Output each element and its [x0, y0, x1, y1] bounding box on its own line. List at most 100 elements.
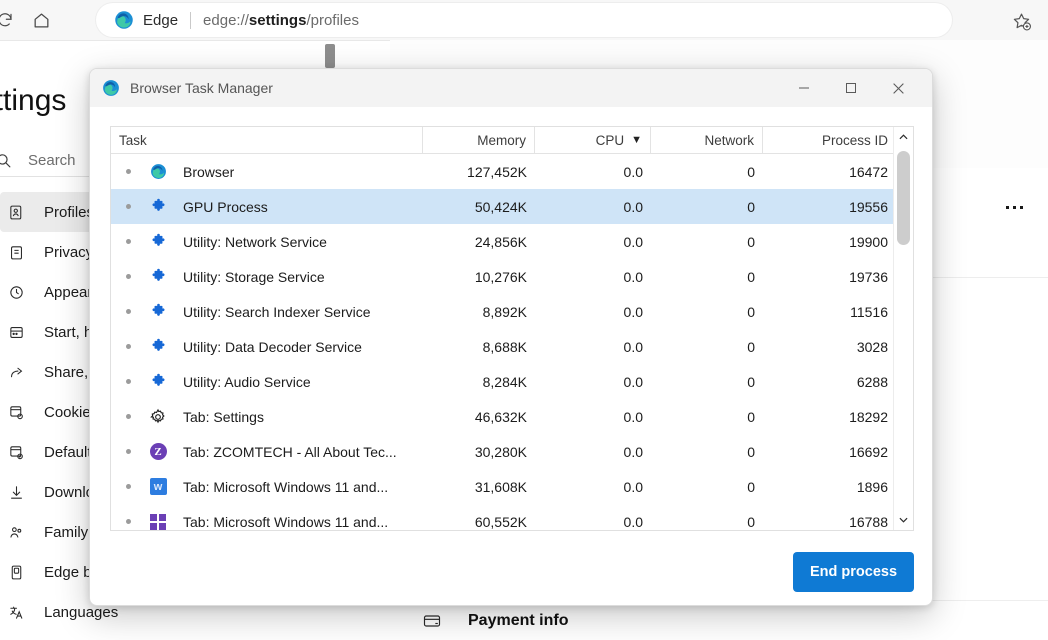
process-bullet-icon: [126, 344, 131, 349]
table-cell-process-id: 16692: [763, 444, 896, 460]
cookies-icon: [4, 400, 28, 424]
maximize-button[interactable]: [828, 69, 874, 107]
end-process-button[interactable]: End process: [793, 552, 914, 592]
table-row[interactable]: Utility: Data Decoder Service8,688K0.003…: [111, 329, 913, 364]
table-cell-task-label: Utility: Data Decoder Service: [183, 339, 362, 355]
table-row[interactable]: Tab: Settings46,632K0.0018292: [111, 399, 913, 434]
table-cell-cpu: 0.0: [535, 339, 651, 355]
table-cell-cpu: 0.0: [535, 479, 651, 495]
table-cell-network: 0: [651, 234, 763, 250]
table-cell-cpu: 0.0: [535, 234, 651, 250]
table-cell-task-label: Utility: Storage Service: [183, 269, 325, 285]
table-cell-memory: 127,452K: [423, 164, 535, 180]
table-cell-task: wTab: Microsoft Windows 11 and...: [111, 478, 423, 496]
table-cell-memory: 60,552K: [423, 514, 535, 530]
process-bullet-icon: [126, 309, 131, 314]
table-cell-process-id: 6288: [763, 374, 896, 390]
table-cell-cpu: 0.0: [535, 514, 651, 530]
lock-icon: [4, 240, 28, 264]
page-title: ettings: [0, 84, 66, 118]
column-header-network[interactable]: Network: [651, 127, 763, 153]
table-cell-network: 0: [651, 164, 763, 180]
close-button[interactable]: [875, 69, 921, 107]
table-cell-memory: 31,608K: [423, 479, 535, 495]
browser-toolbar: Edge edge://settings/profiles: [0, 0, 1048, 41]
table-scrollbar[interactable]: [893, 127, 913, 530]
minimize-button[interactable]: [781, 69, 827, 107]
table-cell-task: GPU Process: [111, 198, 423, 216]
credit-card-icon: [420, 609, 444, 633]
share-icon: [4, 360, 28, 384]
home-icon[interactable]: [28, 7, 54, 33]
table-cell-memory: 50,424K: [423, 199, 535, 215]
table-cell-process-id: 16472: [763, 164, 896, 180]
puzzle-piece-icon: [149, 268, 167, 286]
column-header-process-id[interactable]: Process ID: [763, 127, 896, 153]
chevron-up-icon[interactable]: [894, 127, 913, 147]
task-table-header: Task Memory CPU ▼ Network Process ID: [111, 127, 913, 154]
column-header-memory[interactable]: Memory: [423, 127, 535, 153]
table-cell-task-label: Utility: Network Service: [183, 234, 327, 250]
chevron-down-icon[interactable]: [894, 510, 913, 530]
edge-logo-icon: [102, 79, 120, 97]
table-cell-network: 0: [651, 199, 763, 215]
table-row[interactable]: Utility: Network Service24,856K0.0019900: [111, 224, 913, 259]
table-cell-network: 0: [651, 479, 763, 495]
table-cell-task: Utility: Storage Service: [111, 268, 423, 286]
profile-icon: [4, 200, 28, 224]
table-cell-network: 0: [651, 304, 763, 320]
table-cell-process-id: 16788: [763, 514, 896, 530]
sort-descending-icon: ▼: [631, 135, 642, 146]
column-header-cpu[interactable]: CPU ▼: [535, 127, 651, 153]
table-cell-cpu: 0.0: [535, 444, 651, 460]
address-bar[interactable]: Edge edge://settings/profiles: [96, 3, 952, 37]
table-cell-memory: 8,284K: [423, 374, 535, 390]
table-cell-task: Utility: Search Indexer Service: [111, 303, 423, 321]
table-row[interactable]: Tab: Microsoft Windows 11 and...60,552K0…: [111, 504, 913, 531]
settings-payment-info-row[interactable]: Payment info: [390, 600, 1048, 640]
puzzle-piece-icon: [149, 338, 167, 356]
scrollbar-thumb[interactable]: [897, 151, 910, 245]
table-cell-network: 0: [651, 409, 763, 425]
table-cell-task-label: Tab: Settings: [183, 409, 264, 425]
column-header-task[interactable]: Task: [111, 127, 423, 153]
table-cell-task-label: Utility: Audio Service: [183, 374, 311, 390]
puzzle-piece-icon: [149, 198, 167, 216]
table-row[interactable]: Utility: Audio Service8,284K0.006288: [111, 364, 913, 399]
settings-payment-info-label: Payment info: [468, 612, 568, 630]
table-row[interactable]: Utility: Search Indexer Service8,892K0.0…: [111, 294, 913, 329]
address-bar-divider: [190, 12, 191, 29]
task-table-body: Browser127,452K0.0016472GPU Process50,42…: [111, 154, 913, 531]
process-bullet-icon: [126, 379, 131, 384]
table-row[interactable]: wTab: Microsoft Windows 11 and...31,608K…: [111, 469, 913, 504]
reload-icon[interactable]: [0, 7, 18, 33]
window-drag-handle[interactable]: [325, 44, 335, 68]
column-header-cpu-label: CPU: [596, 133, 625, 148]
table-row[interactable]: Browser127,452K0.0016472: [111, 154, 913, 189]
table-cell-task: Browser: [111, 163, 423, 181]
table-cell-task: Utility: Audio Service: [111, 373, 423, 391]
table-cell-cpu: 0.0: [535, 409, 651, 425]
table-row[interactable]: ZTab: ZCOMTECH - All About Tec...30,280K…: [111, 434, 913, 469]
gear-icon: [149, 408, 167, 426]
table-cell-memory: 30,280K: [423, 444, 535, 460]
puzzle-piece-icon: [149, 233, 167, 251]
table-cell-task: Tab: Settings: [111, 408, 423, 426]
table-cell-task-label: Utility: Search Indexer Service: [183, 304, 371, 320]
languages-icon: [4, 600, 28, 624]
add-favorite-star-icon[interactable]: [1008, 8, 1034, 34]
table-cell-process-id: 11516: [763, 304, 896, 320]
table-row[interactable]: Utility: Storage Service10,276K0.0019736: [111, 259, 913, 294]
startpage-icon: [4, 320, 28, 344]
table-row[interactable]: GPU Process50,424K0.0019556: [111, 189, 913, 224]
more-options-icon[interactable]: [1000, 197, 1028, 217]
table-cell-cpu: 0.0: [535, 164, 651, 180]
process-bullet-icon: [126, 169, 131, 174]
family-icon: [4, 520, 28, 544]
sidebar-item-label: Languages: [44, 604, 118, 621]
download-icon: [4, 480, 28, 504]
process-bullet-icon: [126, 274, 131, 279]
table-cell-process-id: 19556: [763, 199, 896, 215]
table-cell-memory: 8,688K: [423, 339, 535, 355]
table-cell-memory: 10,276K: [423, 269, 535, 285]
